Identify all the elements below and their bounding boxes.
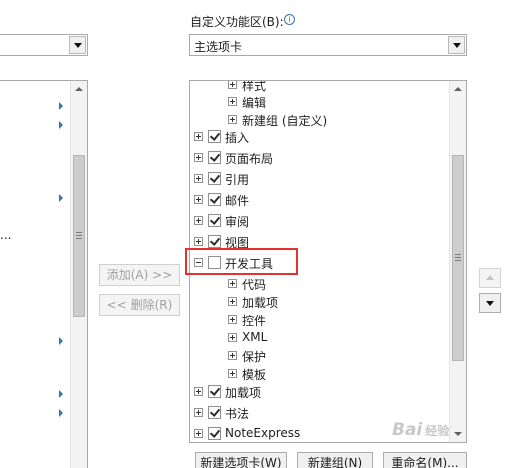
scroll-thumb[interactable] (73, 155, 85, 317)
tab-checkbox[interactable] (208, 172, 221, 185)
expand-icon[interactable] (228, 351, 237, 360)
submenu-arrow-icon (59, 102, 63, 110)
tree-item-label: 编辑 (242, 96, 267, 110)
expand-icon[interactable] (228, 97, 237, 106)
expand-icon[interactable] (228, 369, 237, 378)
new-group-button[interactable]: 新建组(N) (297, 452, 373, 468)
submenu-arrow-icon (59, 337, 63, 345)
expand-icon[interactable] (228, 315, 237, 324)
expand-icon[interactable] (194, 387, 203, 396)
tab-checkbox[interactable] (208, 406, 221, 419)
move-down-button[interactable] (479, 293, 501, 313)
tree-group-label: 控件 (242, 314, 267, 328)
up-arrow-icon (486, 275, 494, 280)
expand-icon[interactable] (194, 408, 203, 417)
scroll-thumb[interactable] (452, 155, 464, 361)
tree-group-label: 保护 (242, 350, 267, 364)
commands-dropdown[interactable] (0, 34, 88, 56)
ribbon-tabs-dropdown-value: 主选项卡 (194, 40, 243, 54)
tab-checkbox[interactable] (208, 235, 221, 248)
expand-icon[interactable] (194, 237, 203, 246)
expand-icon[interactable] (228, 333, 237, 342)
tab-checkbox[interactable] (208, 385, 221, 398)
submenu-arrow-icon (59, 390, 63, 398)
watermark-suffix: 经验 (425, 424, 450, 438)
chevron-down-icon[interactable] (69, 36, 86, 54)
rename-button[interactable]: 重命名(M)... (383, 452, 467, 468)
developer-highlight (185, 248, 298, 275)
add-button[interactable]: 添加(A) >> (99, 264, 180, 286)
tree-tab-label: 加载项 (225, 386, 262, 400)
chevron-down-icon[interactable] (448, 36, 465, 54)
watermark-text: Bai (392, 420, 423, 440)
expand-icon[interactable] (194, 195, 203, 204)
new-tab-button[interactable]: 新建选项卡(W) (195, 452, 287, 468)
tree-tab-label: 插入 (225, 131, 250, 145)
watermark-logo: Bai 经验 (392, 420, 449, 440)
info-icon: i (284, 14, 295, 25)
tree-tab-label: 邮件 (225, 194, 250, 208)
commands-list[interactable] (0, 80, 88, 468)
tree-tab-label: NoteExpress (225, 426, 301, 440)
tree-group-label: 加载项 (242, 296, 279, 310)
scroll-up-icon[interactable] (71, 81, 87, 98)
commands-scrollbar[interactable] (70, 81, 87, 468)
tree-group-label: 模板 (242, 368, 267, 382)
tree-tab-label: 页面布局 (225, 152, 274, 166)
tree-item-label: 新建组 (自定义) (242, 114, 328, 128)
expand-icon[interactable] (228, 279, 237, 288)
expand-icon[interactable] (228, 297, 237, 306)
submenu-arrow-icon (59, 194, 63, 202)
truncated-command-text: ... (0, 228, 12, 242)
tree-group-label: 代码 (242, 278, 267, 292)
expand-icon[interactable] (194, 153, 203, 162)
remove-button[interactable]: << 删除(R) (99, 294, 180, 316)
expand-icon[interactable] (228, 81, 237, 89)
tree-item-label: 样式 (242, 80, 267, 93)
ribbon-tabs-dropdown[interactable]: 主选项卡 (189, 34, 467, 56)
down-arrow-icon (486, 301, 494, 306)
expand-icon[interactable] (194, 132, 203, 141)
tree-group-label: XML (242, 330, 268, 344)
ribbon-tree-scrollbar[interactable] (449, 81, 466, 442)
tree-tab-label: 审阅 (225, 215, 250, 229)
tab-checkbox[interactable] (208, 151, 221, 164)
tab-checkbox[interactable] (208, 193, 221, 206)
tab-checkbox[interactable] (208, 214, 221, 227)
tree-tab-label: 引用 (225, 173, 250, 187)
customize-ribbon-label: 自定义功能区(B): (190, 15, 284, 29)
submenu-arrow-icon (59, 409, 63, 417)
expand-icon[interactable] (194, 174, 203, 183)
scroll-down-icon[interactable] (450, 425, 466, 442)
expand-icon[interactable] (194, 216, 203, 225)
submenu-arrow-icon (59, 121, 63, 129)
tab-checkbox[interactable] (208, 130, 221, 143)
expand-icon[interactable] (194, 429, 203, 438)
move-up-button[interactable] (479, 268, 501, 288)
tab-checkbox[interactable] (208, 427, 221, 440)
scroll-up-icon[interactable] (450, 81, 466, 98)
expand-icon[interactable] (228, 115, 237, 124)
tree-tab-label: 书法 (225, 407, 250, 421)
